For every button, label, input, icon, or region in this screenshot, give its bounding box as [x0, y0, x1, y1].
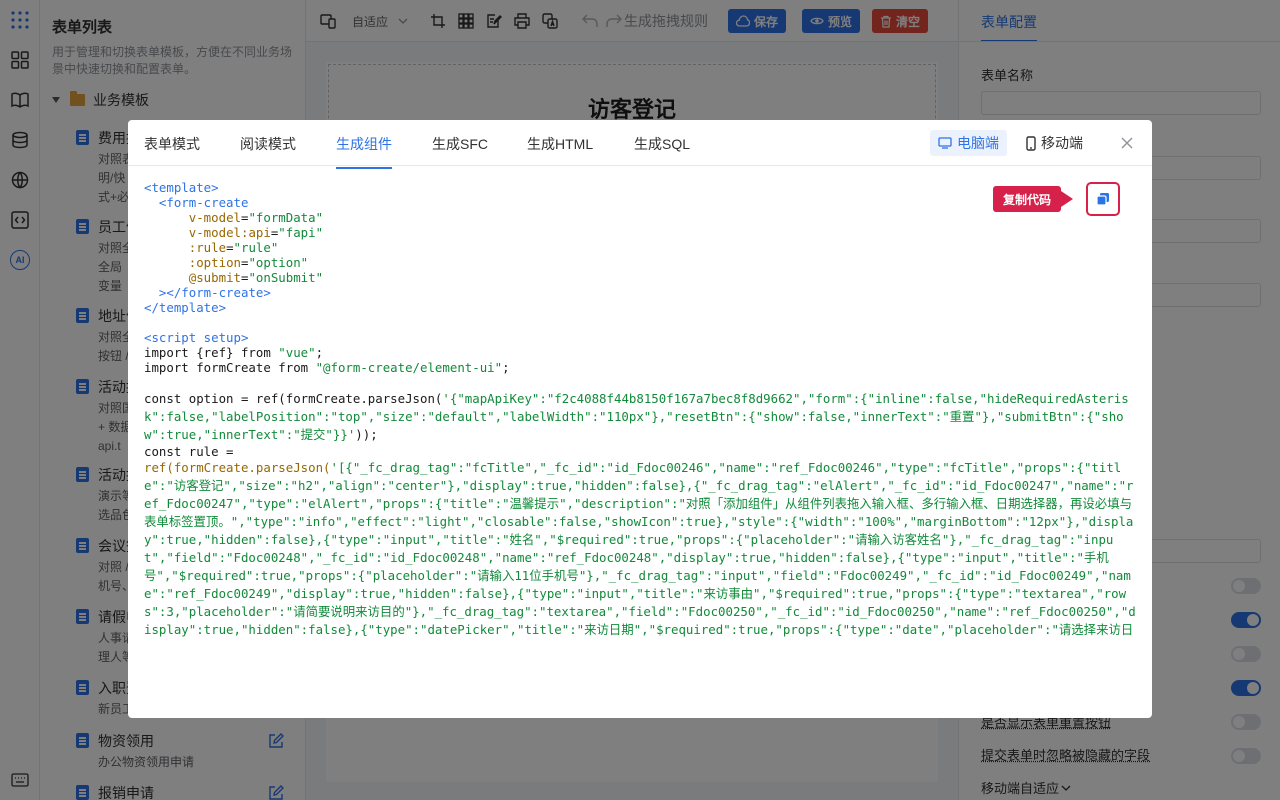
mobile-label: 移动端 — [1041, 135, 1083, 151]
mobile-toggle[interactable]: 移动端 — [1018, 130, 1091, 156]
code-token: const option = ref(formCreate.parseJson( — [144, 391, 443, 406]
dialog-tabs: 表单模式 阅读模式 生成组件 生成SFC 生成HTML 生成SQL 电脑端 移动… — [128, 120, 1152, 169]
tab-generate-component[interactable]: 生成组件 — [336, 134, 392, 169]
code-token: "option" — [248, 255, 309, 270]
close-icon[interactable] — [1120, 136, 1134, 150]
code-token: "@form-create/element-ui" — [315, 360, 503, 375]
code-token: "onSubmit" — [248, 270, 324, 285]
tab-read-mode[interactable]: 阅读模式 — [240, 134, 296, 154]
code-preview-dialog: 表单模式 阅读模式 生成组件 生成SFC 生成HTML 生成SQL 电脑端 移动… — [128, 120, 1152, 718]
code-token: const rule = — [144, 444, 234, 459]
code-token: "vue" — [278, 345, 316, 360]
tab-generate-html[interactable]: 生成HTML — [527, 134, 593, 154]
code-token: :option — [188, 255, 241, 270]
tab-generate-sql[interactable]: 生成SQL — [634, 134, 690, 154]
copy-icon — [1096, 193, 1109, 206]
phone-icon — [1026, 135, 1036, 151]
monitor-icon — [938, 137, 952, 149]
code-token: :rule — [188, 240, 227, 255]
code-token: v-model:api — [188, 225, 271, 240]
tab-form-mode[interactable]: 表单模式 — [144, 134, 200, 154]
code-token: <template> — [144, 180, 219, 195]
code-token: @submit — [188, 270, 241, 285]
code-token: import formCreate from — [144, 360, 316, 375]
code-token: "formData" — [248, 210, 324, 225]
copy-tooltip: 复制代码 — [993, 186, 1074, 212]
desktop-toggle[interactable]: 电脑端 — [930, 130, 1007, 156]
code-token: "rule" — [233, 240, 279, 255]
code-token: ></form-create> — [158, 285, 271, 300]
code-token: )); — [355, 427, 378, 442]
code-token: '[{"_fc_drag_tag":"fcTitle","_fc_id":"id… — [144, 460, 1136, 637]
code-token: "fapi" — [278, 225, 324, 240]
code-token: ref(formCreate.parseJson( — [144, 460, 331, 475]
code-token: v-model — [188, 210, 241, 225]
copy-code-button[interactable] — [1086, 182, 1120, 216]
code-token: </template> — [144, 300, 227, 315]
tab-generate-sfc[interactable]: 生成SFC — [432, 134, 488, 154]
code-block[interactable]: <template> <form-create v-model="formDat… — [144, 180, 1139, 692]
desktop-label: 电脑端 — [957, 135, 999, 151]
code-token: import {ref} from — [144, 345, 279, 360]
code-token: <form-create — [158, 195, 249, 210]
code-token: <script setup> — [144, 330, 249, 345]
